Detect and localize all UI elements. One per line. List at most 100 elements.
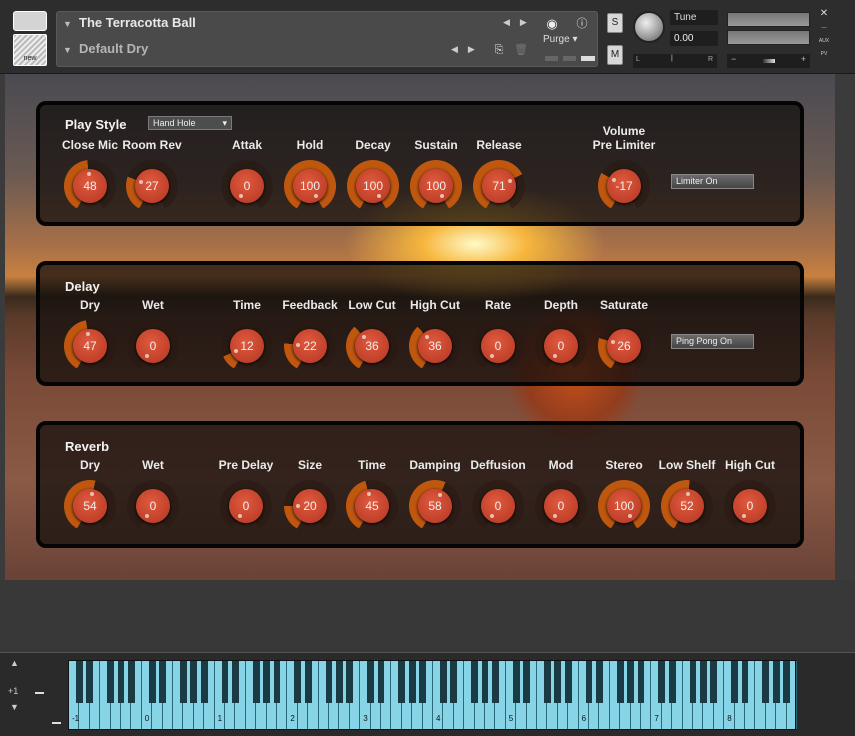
knob-sustain[interactable]: 100 (410, 160, 462, 212)
knob-rate[interactable]: 0 (472, 320, 524, 372)
aux-button[interactable]: AUX (818, 38, 830, 47)
minimize-icon[interactable]: — (818, 25, 830, 34)
black-key[interactable] (762, 661, 770, 703)
knob-deffusion[interactable]: 0 (472, 480, 524, 532)
knob-high-cut[interactable]: 0 (724, 480, 776, 532)
pan-handle-icon[interactable]: | (671, 55, 673, 62)
close-icon[interactable]: ✕ (818, 8, 830, 20)
limiter-button[interactable]: Limiter On (671, 174, 754, 189)
play-style-dropdown[interactable]: Hand Hole ▾ (148, 116, 232, 130)
tune-knob[interactable] (633, 11, 665, 43)
knob-feedback[interactable]: 22 (284, 320, 336, 372)
wrench-icon[interactable] (13, 11, 47, 31)
instrument-name-row[interactable]: ▼ The Terracotta Ball (63, 12, 543, 34)
new-icon[interactable]: new (13, 34, 47, 66)
purge-menu[interactable]: Purge ▾ (543, 34, 578, 45)
black-key[interactable] (408, 661, 416, 703)
black-key[interactable] (450, 661, 458, 703)
piano-keyboard[interactable]: -1 0 1 2 3 4 5 6 7 8 (68, 660, 797, 730)
mod-wheel-icon[interactable] (52, 722, 61, 724)
knob-low-shelf[interactable]: 52 (661, 480, 713, 532)
black-key[interactable] (492, 661, 499, 703)
black-key[interactable] (668, 661, 676, 703)
knob-room-rev[interactable]: 27 (126, 160, 178, 212)
black-key[interactable] (159, 661, 166, 703)
black-key[interactable] (512, 661, 520, 703)
black-key[interactable] (190, 661, 198, 703)
black-key[interactable] (658, 661, 666, 703)
knob-hold[interactable]: 100 (284, 160, 336, 212)
black-key[interactable] (637, 661, 645, 703)
black-key[interactable] (710, 661, 718, 703)
knob-high-cut[interactable]: 36 (409, 320, 461, 372)
knob-wet[interactable]: 0 (127, 480, 179, 532)
black-key[interactable] (180, 661, 187, 703)
black-key[interactable] (481, 661, 489, 703)
black-key[interactable] (221, 661, 229, 703)
black-key[interactable] (596, 661, 603, 703)
knob-damping[interactable]: 58 (409, 480, 461, 532)
knob-time[interactable]: 12 (221, 320, 273, 372)
dropdown-triangle-icon[interactable]: ▼ (63, 39, 79, 61)
knob-saturate[interactable]: 26 (598, 320, 650, 372)
black-key[interactable] (700, 661, 707, 703)
knob-mod[interactable]: 0 (535, 480, 587, 532)
knob-time[interactable]: 45 (346, 480, 398, 532)
black-key[interactable] (76, 661, 83, 703)
black-key[interactable] (523, 661, 530, 703)
knob-volume-pre-limiter[interactable]: -17 (598, 160, 650, 212)
black-key[interactable] (772, 661, 780, 703)
black-key[interactable] (263, 661, 270, 703)
black-key[interactable] (731, 661, 738, 703)
knob-size[interactable]: 20 (284, 480, 336, 532)
tune-value[interactable]: 0.00 (670, 31, 718, 46)
pan-slider[interactable]: L | R (633, 54, 717, 68)
black-key[interactable] (398, 661, 406, 703)
black-key[interactable] (471, 661, 478, 703)
knob-stereo[interactable]: 100 (598, 480, 650, 532)
black-key[interactable] (419, 661, 426, 703)
prev-next-instrument-arrows[interactable]: ◀▶ (503, 17, 537, 28)
black-key[interactable] (627, 661, 634, 703)
black-key[interactable] (117, 661, 125, 703)
black-key[interactable] (252, 661, 260, 703)
knob-low-cut[interactable]: 36 (346, 320, 398, 372)
black-key[interactable] (148, 661, 156, 703)
pv-button[interactable]: PV (818, 51, 830, 60)
black-key[interactable] (294, 661, 302, 703)
black-key[interactable] (346, 661, 354, 703)
knob-decay[interactable]: 100 (347, 160, 399, 212)
black-key[interactable] (200, 661, 208, 703)
solo-button[interactable]: S (607, 13, 623, 33)
black-key[interactable] (128, 661, 135, 703)
black-key[interactable] (336, 661, 343, 703)
black-key[interactable] (367, 661, 374, 703)
knob-depth[interactable]: 0 (535, 320, 587, 372)
octave-up-icon[interactable]: ▲ (10, 658, 19, 668)
knob-wet[interactable]: 0 (127, 320, 179, 372)
black-key[interactable] (689, 661, 697, 703)
knob-dry[interactable]: 47 (64, 320, 116, 372)
black-key[interactable] (585, 661, 593, 703)
black-key[interactable] (107, 661, 114, 703)
black-key[interactable] (616, 661, 624, 703)
black-key[interactable] (377, 661, 385, 703)
delete-snapshot-icon[interactable]: 🗑 (509, 39, 533, 61)
knob-pre-delay[interactable]: 0 (220, 480, 272, 532)
black-key[interactable] (544, 661, 551, 703)
knob-release[interactable]: 71 (473, 160, 525, 212)
octave-down-icon[interactable]: ▼ (10, 702, 19, 712)
info-icon[interactable]: ⓘ (570, 13, 594, 35)
camera-icon[interactable]: ◉ (540, 13, 564, 35)
black-key[interactable] (232, 661, 239, 703)
black-key[interactable] (86, 661, 94, 703)
knob-attak[interactable]: 0 (221, 160, 273, 212)
prev-next-snapshot-arrows[interactable]: ◀▶ (451, 44, 485, 55)
dropdown-triangle-icon[interactable]: ▼ (63, 13, 79, 35)
black-key[interactable] (783, 661, 790, 703)
knob-dry[interactable]: 54 (64, 480, 116, 532)
black-key[interactable] (564, 661, 572, 703)
black-key[interactable] (741, 661, 749, 703)
black-key[interactable] (325, 661, 333, 703)
black-key[interactable] (304, 661, 312, 703)
